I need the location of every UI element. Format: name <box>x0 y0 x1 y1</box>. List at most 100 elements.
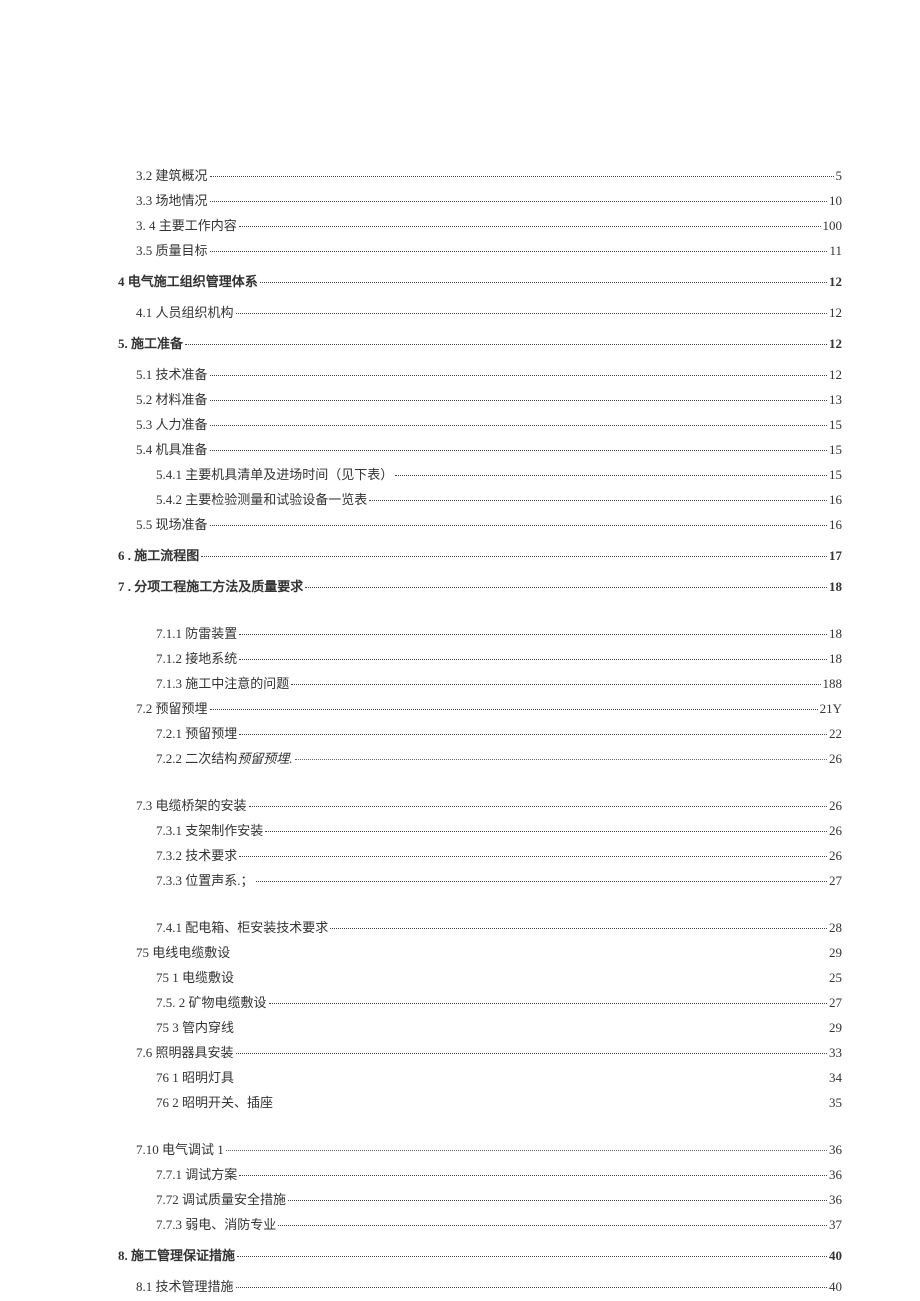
toc-page: 18 <box>829 626 842 642</box>
toc-page: 26 <box>829 848 842 864</box>
toc-entry[interactable]: 6 . 施工流程图17 <box>118 545 842 564</box>
toc-label: 7.4.1 配电箱、柜安装技术要求 <box>156 917 328 936</box>
toc-entry[interactable]: 7.4.1 配电箱、柜安装技术要求 28 <box>118 917 842 936</box>
toc-entry[interactable]: 5.2 材料准备13 <box>118 389 842 408</box>
toc-label: 7.7.3 弱电、消防专业 <box>156 1214 276 1233</box>
toc-entry[interactable]: 7.10 电气调试 136 <box>118 1139 842 1158</box>
toc-page: 15 <box>829 442 842 458</box>
toc-page: 26 <box>829 751 842 767</box>
toc-entry[interactable]: 75 1 电缆敷设25 <box>118 967 842 986</box>
toc-label: 4.1 人员组织机构 <box>136 302 234 321</box>
toc-entry[interactable]: 5.4.1 主要机具清单及进场时间（见下表）15 <box>118 464 842 483</box>
dot-leader <box>239 1175 827 1176</box>
dot-leader <box>291 684 820 685</box>
toc-entry[interactable]: 7.3.2 技术要求 26 <box>118 845 842 864</box>
toc-page: 27 <box>829 873 842 889</box>
toc-entry[interactable]: 5.4 机具准备15 <box>118 439 842 458</box>
dot-leader <box>269 1003 827 1004</box>
toc-page: 188 <box>823 676 843 692</box>
dot-leader <box>249 806 827 807</box>
toc-entry[interactable]: 7.5. 2 矿物电缆敷设27 <box>118 992 842 1011</box>
toc-label: 7 . 分项工程施工方法及质量要求 <box>118 576 303 595</box>
dot-leader <box>239 856 827 857</box>
toc-entry[interactable]: 4 电气施工组织管理体系 12 <box>118 271 842 290</box>
toc-page: 35 <box>829 1095 842 1111</box>
dot-leader <box>210 425 827 426</box>
dot-leader <box>236 1053 827 1054</box>
toc-entry[interactable]: 3.3 场地情况10 <box>118 190 842 209</box>
toc-entry[interactable]: 76 1 昭明灯具34 <box>118 1067 842 1086</box>
toc-entry[interactable]: 7.3.1 支架制作安装26 <box>118 820 842 839</box>
toc-entry[interactable]: 7.2 预留预埋21Y <box>118 698 842 717</box>
dot-leader <box>265 831 827 832</box>
dot-leader <box>210 201 827 202</box>
dot-leader <box>305 587 827 588</box>
toc-label: 5.5 现场准备 <box>136 514 208 533</box>
toc-page: 26 <box>829 823 842 839</box>
toc-page: 37 <box>829 1217 842 1233</box>
toc-entry[interactable]: 7.1.2 接地系统 18 <box>118 648 842 667</box>
toc-entry[interactable]: 7.1.1 防雷装置18 <box>118 623 842 642</box>
toc-entry[interactable]: 7.3 电缆桥架的安装26 <box>118 795 842 814</box>
toc-label: 7.6 照明器具安装 <box>136 1042 234 1061</box>
toc-entry[interactable]: 7.6 照明器具安装33 <box>118 1042 842 1061</box>
toc-entry[interactable]: 7.1.3 施工中注意的问题 188 <box>118 673 842 692</box>
dot-leader <box>239 634 827 635</box>
toc-entry[interactable]: 7.72 调试质量安全措施36 <box>118 1189 842 1208</box>
dot-leader <box>226 1150 827 1151</box>
toc-page: 15 <box>829 417 842 433</box>
toc-entry[interactable]: 3. 4 主要工作内容 100 <box>118 215 842 234</box>
toc-entry[interactable]: 7 . 分项工程施工方法及质量要求18 <box>118 576 842 595</box>
toc-label: 7.3 电缆桥架的安装 <box>136 795 247 814</box>
toc-entry[interactable]: 75 3 管内穿线29 <box>118 1017 842 1036</box>
toc-label: 75 电线电缆敷设 <box>136 942 230 961</box>
dot-leader <box>210 525 827 526</box>
toc-label: 7.1.2 接地系统 <box>156 648 237 667</box>
toc-entry[interactable]: 8. 施工管理保证措施40 <box>118 1245 842 1264</box>
toc-entry[interactable]: 5.1 技术准备12 <box>118 364 842 383</box>
toc-label: 7.1.3 施工中注意的问题 <box>156 673 289 692</box>
dot-leader <box>239 734 827 735</box>
dot-leader <box>210 709 818 710</box>
dot-leader <box>295 759 827 760</box>
toc-entry[interactable]: 5.4.2 主要检验测量和试验设备一览表16 <box>118 489 842 508</box>
toc-entry[interactable]: 7.2.1 预留预埋22 <box>118 723 842 742</box>
toc-label: 5.1 技术准备 <box>136 364 208 383</box>
toc-page: 28 <box>829 920 842 936</box>
toc-label: 7.3.3 位置声系.； <box>156 870 254 889</box>
dot-leader <box>201 556 827 557</box>
toc-entry[interactable]: 8.1 技术管理措施40 <box>118 1276 842 1295</box>
toc-page: 12 <box>829 336 842 352</box>
toc-entry[interactable]: 4.1 人员组织机构12 <box>118 302 842 321</box>
toc-entry[interactable]: 76 2 昭明开关、插座 35 <box>118 1092 842 1111</box>
toc-entry[interactable]: 3.2 建筑概况5 <box>118 165 842 184</box>
toc-page: 10 <box>829 193 842 209</box>
toc-label: 3.5 质量目标 <box>136 240 208 259</box>
toc-entry[interactable]: 5.3 人力准备 15 <box>118 414 842 433</box>
toc-label: 75 1 电缆敷设 <box>156 967 234 986</box>
toc-entry[interactable]: 7.7.1 调试方案36 <box>118 1164 842 1183</box>
dot-leader <box>330 928 827 929</box>
toc-entry[interactable]: 7.7.3 弱电、消防专业 37 <box>118 1214 842 1233</box>
toc-label: 5.3 人力准备 <box>136 414 208 433</box>
toc-label: 5. 施工准备 <box>118 333 183 352</box>
toc-label: 76 2 昭明开关、插座 <box>156 1092 273 1111</box>
toc-entry[interactable]: 5. 施工准备 12 <box>118 333 842 352</box>
dot-leader <box>256 881 827 882</box>
dot-leader <box>260 282 827 283</box>
toc-page: 12 <box>829 274 842 290</box>
toc-entry[interactable]: 3.5 质量目标 11 <box>118 240 842 259</box>
toc-page: 18 <box>829 651 842 667</box>
dot-leader <box>210 450 827 451</box>
toc-entry[interactable]: 75 电线电缆敷设29 <box>118 942 842 961</box>
toc-label: 7.3.2 技术要求 <box>156 845 237 864</box>
toc-entry[interactable]: 7.2.2 二次结构预留预埋.26 <box>118 748 842 767</box>
toc-label: 4 电气施工组织管理体系 <box>118 271 258 290</box>
toc-label: 3. 4 主要工作内容 <box>136 215 237 234</box>
toc-entry[interactable]: 5.5 现场准备16 <box>118 514 842 533</box>
toc-page: 100 <box>823 218 843 234</box>
toc-page: 11 <box>829 243 842 259</box>
toc-label: 7.7.1 调试方案 <box>156 1164 237 1183</box>
toc-entry[interactable]: 7.3.3 位置声系.； 27 <box>118 870 842 889</box>
toc-label: 8. 施工管理保证措施 <box>118 1245 235 1264</box>
